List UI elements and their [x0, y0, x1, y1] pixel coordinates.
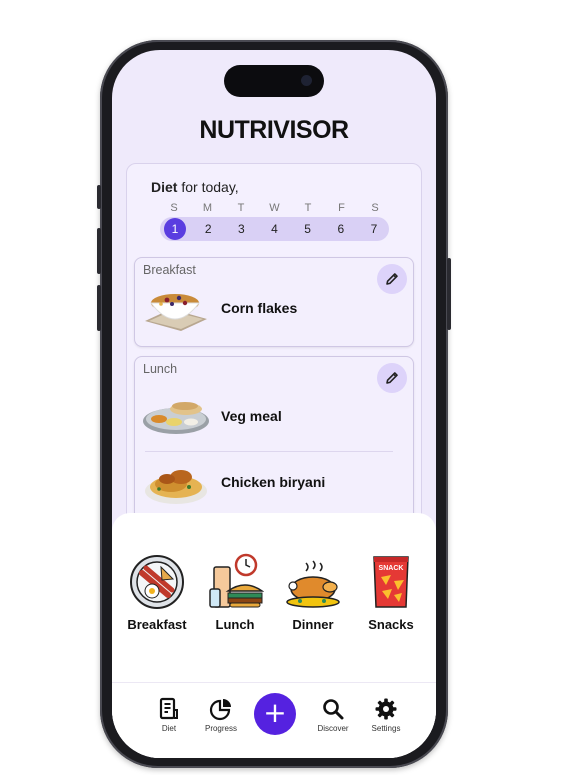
category-label: Snacks — [368, 617, 414, 632]
app-title: NUTRIVISOR — [199, 116, 349, 144]
category-lunch[interactable]: Lunch — [199, 553, 271, 632]
category-list: Breakfast Lunch Dinner SNACK Snacks — [112, 553, 436, 632]
date-button[interactable]: 3 — [230, 218, 252, 240]
weekday-label: S — [170, 202, 178, 214]
item-divider — [145, 451, 393, 452]
nav-label: Progress — [204, 724, 237, 733]
nav-label: Discover — [317, 724, 349, 733]
search-icon — [323, 699, 344, 720]
date-button[interactable]: 5 — [297, 218, 319, 240]
diet-heading-bold: Diet — [151, 179, 178, 195]
date-button[interactable]: 7 — [363, 218, 385, 240]
nav-diet[interactable]: Diet — [144, 697, 194, 733]
nav-label: Settings — [371, 724, 401, 733]
pie-chart-icon — [209, 699, 231, 721]
diet-heading-rest: for today, — [177, 179, 239, 195]
date-button[interactable]: 6 — [330, 218, 352, 240]
breakfast-meal-card: Breakfast Corn flakes — [134, 257, 414, 347]
date-button-selected[interactable]: 1 — [164, 218, 186, 240]
weekday-label: T — [304, 202, 312, 214]
category-dinner[interactable]: Dinner — [277, 553, 349, 632]
biryani-plate-icon — [145, 470, 207, 504]
weekday-label: W — [269, 202, 280, 214]
bottom-navbar: Diet Progress + Discover Settings — [112, 682, 436, 758]
app-screen: NUTRIVISOR Diet for today, S M T W T F S… — [112, 50, 436, 758]
snack-bag-icon: SNACK — [373, 556, 409, 608]
nav-label: Diet — [161, 724, 177, 733]
volume-down-button — [97, 285, 101, 331]
breakfast-plate-icon — [130, 555, 184, 609]
date-button[interactable]: 2 — [197, 218, 219, 240]
category-snacks[interactable]: SNACK Snacks — [355, 553, 427, 632]
camera-icon — [301, 75, 312, 86]
add-button[interactable]: + — [254, 693, 296, 735]
edit-lunch-button[interactable] — [377, 363, 407, 393]
nav-settings[interactable]: Settings — [361, 697, 411, 733]
date-button[interactable]: 4 — [263, 218, 285, 240]
food-item[interactable]: Corn flakes — [141, 283, 297, 333]
category-label: Breakfast — [127, 617, 187, 632]
roast-chicken-icon — [286, 560, 340, 608]
category-breakfast[interactable]: Breakfast — [121, 553, 193, 632]
week-selector: S M T W T F S 1 2 3 4 5 6 7 — [160, 202, 389, 241]
food-name: Chicken biryani — [221, 474, 326, 490]
food-name: Corn flakes — [221, 300, 298, 316]
diet-heading: Diet for today, — [151, 179, 239, 195]
date-pill: 1 2 3 4 5 6 7 — [160, 217, 389, 241]
weekday-label: F — [338, 202, 345, 214]
power-button — [447, 258, 451, 330]
dynamic-island — [224, 65, 324, 97]
food-item[interactable]: Chicken biryani — [141, 457, 325, 507]
edit-breakfast-button[interactable] — [377, 264, 407, 294]
thali-plate-icon — [143, 402, 209, 434]
document-icon — [159, 697, 178, 720]
food-item[interactable]: Veg meal — [141, 391, 282, 441]
svg-text:SNACK: SNACK — [379, 565, 404, 572]
weekday-label: S — [371, 202, 379, 214]
meal-label: Lunch — [143, 362, 178, 376]
weekday-labels: S M T W T F S — [160, 202, 389, 214]
meal-label: Breakfast — [143, 263, 196, 277]
nav-discover[interactable]: Discover — [308, 697, 358, 733]
pencil-icon — [386, 372, 398, 384]
food-name: Veg meal — [221, 408, 282, 424]
category-label: Lunch — [215, 617, 255, 632]
volume-up-button — [97, 228, 101, 274]
weekday-label: T — [237, 202, 245, 214]
pencil-icon — [386, 273, 398, 285]
gear-icon — [375, 698, 397, 720]
lunch-box-icon — [209, 553, 264, 608]
category-label: Dinner — [292, 617, 334, 632]
weekday-label: M — [202, 202, 213, 214]
cereal-bowl-icon — [145, 294, 207, 331]
nav-progress[interactable]: Progress — [196, 697, 246, 733]
mute-switch — [97, 185, 101, 209]
